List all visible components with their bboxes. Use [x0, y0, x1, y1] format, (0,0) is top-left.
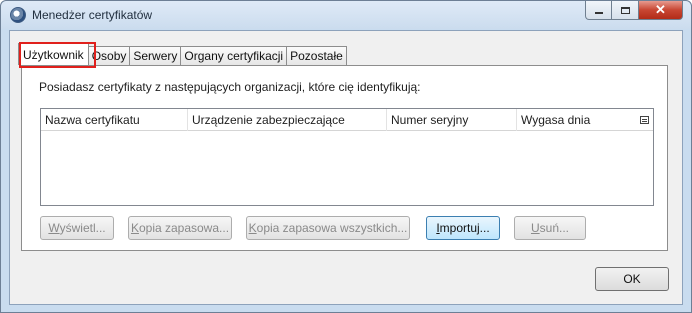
column-header-expires[interactable]: Wygasa dnia [517, 109, 635, 131]
dialog-client-area: Użytkownik Osoby Serwery Organy certyfik… [9, 30, 683, 305]
column-header-device[interactable]: Urządzenie zabezpieczające [188, 109, 387, 131]
tab-panel-user: Posiadasz certyfikaty z następujących or… [21, 65, 668, 251]
view-label: yświetl... [59, 221, 106, 235]
backup-all-label: opia zapasowa wszystkich... [256, 221, 408, 235]
column-header-serial[interactable]: Numer seryjny [387, 109, 517, 131]
view-button[interactable]: Wyświetl... [40, 216, 114, 240]
minimize-button[interactable] [585, 1, 612, 20]
window-controls: ✕ [585, 1, 683, 21]
title-bar[interactable]: Menedżer certyfikatów ✕ [1, 1, 691, 29]
delete-button[interactable]: Usuń... [514, 216, 586, 240]
tab-user[interactable]: Użytkownik [18, 43, 89, 65]
delete-label: suń... [539, 221, 570, 235]
tree-header: Nazwa certyfikatu Urządzenie zabezpiecza… [41, 109, 653, 131]
view-label-mnemonic: W [48, 221, 60, 235]
tab-people[interactable]: Osoby [87, 46, 131, 65]
ok-button[interactable]: OK [595, 267, 669, 291]
minimize-icon [594, 11, 603, 14]
import-label: mportuj... [439, 221, 490, 235]
backup-all-label-mnemonic: K [248, 221, 257, 235]
backup-label: opia zapasowa... [138, 221, 230, 235]
certificate-tree[interactable]: Nazwa certyfikatu Urządzenie zabezpiecza… [40, 108, 654, 206]
close-button[interactable]: ✕ [639, 1, 683, 20]
backup-button[interactable]: Kopia zapasowa... [128, 216, 232, 240]
maximize-button[interactable] [612, 1, 639, 20]
delete-label-mnemonic: U [530, 221, 540, 235]
backup-label-mnemonic: K [130, 221, 139, 235]
column-picker-button[interactable] [635, 109, 653, 131]
column-picker-icon [639, 116, 649, 124]
tab-others[interactable]: Pozostałe [286, 46, 347, 65]
tab-strip: Użytkownik Osoby Serwery Organy certyfik… [18, 43, 347, 65]
certificate-app-icon [10, 7, 26, 23]
maximize-icon [620, 6, 630, 14]
backup-all-button[interactable]: Kopia zapasowa wszystkich... [246, 216, 410, 240]
import-button[interactable]: Importuj... [426, 216, 500, 240]
column-header-name[interactable]: Nazwa certyfikatu [41, 109, 188, 131]
certificate-manager-window: Menedżer certyfikatów ✕ Użytkownik Osoby… [0, 0, 692, 313]
close-icon: ✕ [655, 2, 666, 17]
panel-description: Posiadasz certyfikaty z następujących or… [39, 80, 421, 94]
tab-authorities[interactable]: Organy certyfikacji [180, 46, 288, 65]
window-title: Menedżer certyfikatów [32, 8, 153, 22]
tab-servers[interactable]: Serwery [129, 46, 182, 65]
